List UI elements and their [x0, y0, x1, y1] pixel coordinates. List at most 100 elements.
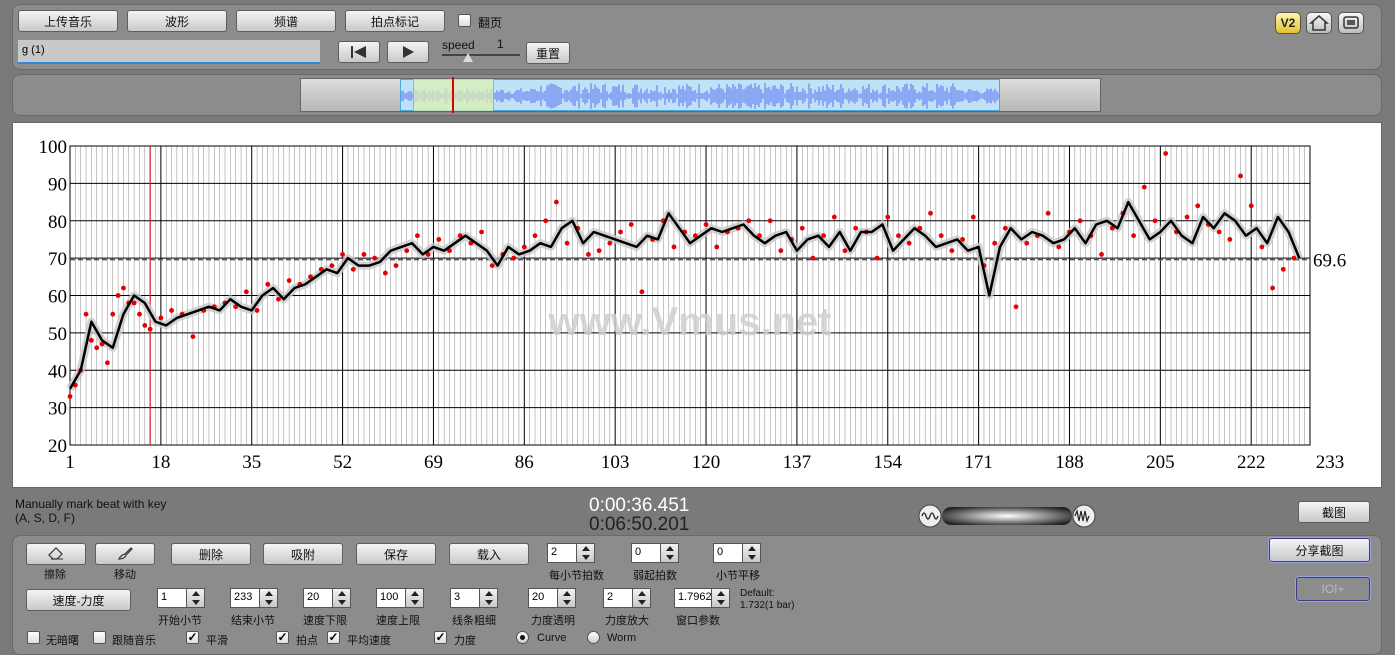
dynamics-alpha-arrows[interactable]: [558, 588, 576, 608]
tempo-low-label: 速度下限: [303, 615, 347, 627]
screenshot-button[interactable]: 截图: [1298, 501, 1370, 523]
dynamics-scale-arrows[interactable]: [633, 588, 651, 608]
beat-point: [115, 293, 121, 298]
start-bar-arrows[interactable]: [187, 588, 205, 608]
line-width-arrows[interactable]: [480, 588, 498, 608]
file-name-field[interactable]: g (1): [18, 40, 320, 64]
version-badge[interactable]: V2: [1275, 12, 1301, 34]
speed-slider-track[interactable]: [442, 54, 520, 56]
end-bar-stepper[interactable]: 233: [230, 588, 278, 608]
ioi-button[interactable]: IOI+: [1296, 577, 1370, 601]
x-tick-label: 69: [424, 452, 443, 473]
beat-point: [821, 233, 827, 239]
tempo-low-stepper[interactable]: 20: [303, 588, 351, 608]
erase-label: 擦除: [44, 569, 66, 581]
load-button[interactable]: 载入: [449, 543, 529, 565]
follow-music-checkbox[interactable]: [93, 631, 106, 644]
weak-beats-value[interactable]: 0: [631, 543, 661, 563]
bar-shift-arrows[interactable]: [743, 543, 761, 563]
start-bar-stepper[interactable]: 1: [157, 588, 205, 608]
beat-point: [340, 251, 345, 257]
avg-tempo-checkbox[interactable]: ✓: [327, 631, 340, 644]
x-tick-label: 86: [515, 452, 534, 473]
dynamics-alpha-value[interactable]: 20: [528, 588, 558, 608]
flip-page-checkbox[interactable]: [458, 14, 471, 27]
tempo-dynamics-button[interactable]: 速度-力度: [26, 589, 131, 611]
dynamics-scale-stepper[interactable]: 2: [603, 588, 651, 608]
tempo-low-value[interactable]: 20: [303, 588, 333, 608]
weak-beats-stepper[interactable]: 0: [631, 543, 679, 563]
beat-point: [158, 315, 164, 321]
x-tick-label: 1: [65, 452, 75, 473]
worm-radio[interactable]: [587, 631, 600, 644]
speed-value: 1: [497, 37, 504, 51]
window-icon[interactable]: [1338, 12, 1364, 34]
start-bar-value[interactable]: 1: [157, 588, 187, 608]
beat-point: [404, 248, 410, 254]
beat-point: [83, 311, 89, 317]
home-icon[interactable]: [1306, 12, 1332, 34]
no-reverse-checkbox[interactable]: [27, 631, 40, 644]
line-width-stepper[interactable]: 3: [450, 588, 498, 608]
play-button[interactable]: [387, 41, 429, 63]
beat-point: [142, 323, 148, 328]
move-button[interactable]: [95, 543, 155, 565]
waveform-button[interactable]: 波形: [127, 10, 227, 32]
chart-area[interactable]: 20 30 40 50 60 70 80 90 100 1 18 35 52 69 86 103 120 137 1…: [12, 122, 1382, 488]
end-bar-arrows[interactable]: [260, 588, 278, 608]
speed-slider-thumb[interactable]: [463, 53, 473, 62]
weak-beats-label: 弱起拍数: [633, 570, 677, 582]
save-button[interactable]: 保存: [356, 543, 436, 565]
beat-point: [885, 214, 891, 220]
beat-point: [938, 233, 944, 239]
snap-button[interactable]: 吸附: [263, 543, 343, 565]
beats-per-bar-arrows[interactable]: [577, 543, 595, 563]
beat-point: [1270, 285, 1275, 291]
tempo-chart[interactable]: 20 30 40 50 60 70 80 90 100 1 18 35 52 69 86 103 120 137 1…: [13, 123, 1383, 489]
window-param-arrows[interactable]: [712, 588, 730, 608]
beat-mark-button[interactable]: 拍点标记: [345, 10, 445, 32]
dynamics-scale-value[interactable]: 2: [603, 588, 633, 608]
share-screenshot-button[interactable]: 分享截图: [1269, 538, 1370, 562]
curve-radio[interactable]: [516, 631, 529, 644]
volume-slider[interactable]: [918, 504, 1096, 528]
delete-button[interactable]: 删除: [171, 543, 251, 565]
beat-point: [1099, 251, 1104, 257]
line-width-value[interactable]: 3: [450, 588, 480, 608]
reset-button[interactable]: 重置: [526, 42, 570, 64]
spectrum-button[interactable]: 频谱: [236, 10, 336, 32]
beats-per-bar-value[interactable]: 2: [547, 543, 577, 563]
tempo-high-value[interactable]: 100: [376, 588, 406, 608]
dynamics-alpha-stepper[interactable]: 20: [528, 588, 576, 608]
overview-playhead[interactable]: [452, 77, 454, 113]
beats-per-bar-stepper[interactable]: 2: [547, 543, 595, 563]
upload-music-button[interactable]: 上传音乐: [18, 10, 118, 32]
beat-point: [1280, 266, 1286, 272]
beat-point: [703, 222, 709, 227]
bar-shift-value[interactable]: 0: [713, 543, 743, 563]
skip-start-button[interactable]: [338, 41, 380, 63]
status-line-1: Manually mark beat with key: [15, 497, 167, 511]
bar-shift-stepper[interactable]: 0: [713, 543, 761, 563]
beat-point: [1227, 237, 1233, 242]
curve-label: Curve: [537, 632, 567, 644]
beat-point: [532, 233, 538, 239]
smooth-checkbox[interactable]: ✓: [186, 631, 199, 644]
no-reverse-label: 无暗曙: [46, 635, 79, 647]
dynamics-label: 力度: [454, 635, 476, 647]
tempo-high-stepper[interactable]: 100: [376, 588, 424, 608]
window-param-stepper[interactable]: 1.7962: [674, 588, 730, 608]
erase-button[interactable]: [26, 543, 86, 565]
beat-point: [564, 240, 570, 246]
weak-beats-arrows[interactable]: [661, 543, 679, 563]
dynamics-checkbox[interactable]: ✓: [434, 631, 447, 644]
end-bar-value[interactable]: 233: [230, 588, 260, 608]
beat-point: [137, 311, 142, 317]
tempo-high-arrows[interactable]: [406, 588, 424, 608]
beat-point-checkbox[interactable]: ✓: [276, 631, 289, 644]
window-param-value[interactable]: 1.7962: [674, 588, 712, 608]
x-tick-label: 137: [783, 452, 812, 473]
y-tick-label: 20: [48, 436, 67, 457]
beat-point: [1291, 255, 1297, 261]
tempo-low-arrows[interactable]: [333, 588, 351, 608]
